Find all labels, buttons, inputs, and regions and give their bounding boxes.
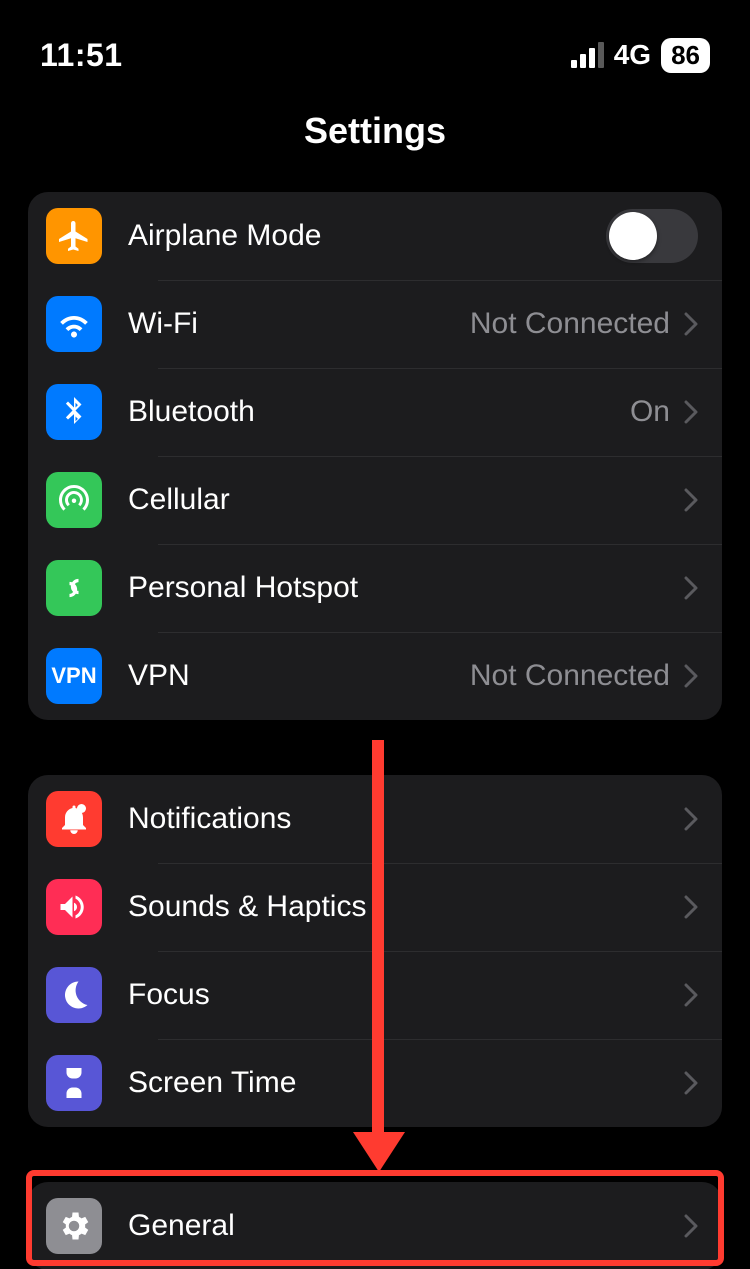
- status-right: 4G 86: [571, 38, 710, 73]
- sounds-icon: [46, 879, 102, 935]
- vpn-value: Not Connected: [470, 659, 670, 693]
- annotation-arrow-shaft: [372, 740, 384, 1140]
- screentime-icon: [46, 1055, 102, 1111]
- settings-screen: 11:51 4G 86 Settings Airplane Mode: [0, 0, 750, 1269]
- airplane-icon: [46, 208, 102, 264]
- cellular-row[interactable]: Cellular: [28, 456, 722, 544]
- airplane-mode-label: Airplane Mode: [128, 219, 606, 253]
- chevron-right-icon: [684, 664, 698, 688]
- status-time: 11:51: [40, 37, 123, 74]
- chevron-right-icon: [684, 983, 698, 1007]
- sounds-label: Sounds & Haptics: [128, 890, 684, 924]
- vpn-row[interactable]: VPN VPN Not Connected: [28, 632, 722, 720]
- airplane-mode-row[interactable]: Airplane Mode: [28, 192, 722, 280]
- page-header: Settings: [0, 80, 750, 182]
- chevron-right-icon: [684, 400, 698, 424]
- wifi-label: Wi-Fi: [128, 307, 470, 341]
- general-icon: [46, 1198, 102, 1254]
- notifications-icon: [46, 791, 102, 847]
- cellular-signal-icon: [571, 42, 604, 68]
- cellular-label: Cellular: [128, 483, 684, 517]
- chevron-right-icon: [684, 895, 698, 919]
- page-title: Settings: [0, 110, 750, 152]
- general-label: General: [128, 1209, 684, 1243]
- general-row[interactable]: General: [28, 1182, 722, 1269]
- notifications-label: Notifications: [128, 802, 684, 836]
- chevron-right-icon: [684, 312, 698, 336]
- wifi-row[interactable]: Wi-Fi Not Connected: [28, 280, 722, 368]
- connectivity-group: Airplane Mode Wi-Fi Not Connected Blueto…: [28, 192, 722, 720]
- airplane-mode-toggle[interactable]: [606, 209, 698, 263]
- screentime-label: Screen Time: [128, 1066, 684, 1100]
- bluetooth-label: Bluetooth: [128, 395, 630, 429]
- battery-indicator: 86: [661, 38, 710, 73]
- wifi-icon: [46, 296, 102, 352]
- toggle-knob: [609, 212, 657, 260]
- chevron-right-icon: [684, 576, 698, 600]
- wifi-value: Not Connected: [470, 307, 670, 341]
- chevron-right-icon: [684, 488, 698, 512]
- focus-icon: [46, 967, 102, 1023]
- general-group: General: [28, 1182, 722, 1269]
- status-bar: 11:51 4G 86: [0, 0, 750, 80]
- annotation-arrow-head: [353, 1132, 405, 1172]
- bluetooth-icon: [46, 384, 102, 440]
- vpn-icon-text: VPN: [51, 663, 96, 689]
- chevron-right-icon: [684, 807, 698, 831]
- chevron-right-icon: [684, 1071, 698, 1095]
- focus-label: Focus: [128, 978, 684, 1012]
- hotspot-row[interactable]: Personal Hotspot: [28, 544, 722, 632]
- network-type-label: 4G: [614, 39, 651, 71]
- hotspot-icon: [46, 560, 102, 616]
- bluetooth-row[interactable]: Bluetooth On: [28, 368, 722, 456]
- chevron-right-icon: [684, 1214, 698, 1238]
- hotspot-label: Personal Hotspot: [128, 571, 684, 605]
- vpn-label: VPN: [128, 659, 470, 693]
- bluetooth-value: On: [630, 395, 670, 429]
- vpn-icon: VPN: [46, 648, 102, 704]
- cellular-icon: [46, 472, 102, 528]
